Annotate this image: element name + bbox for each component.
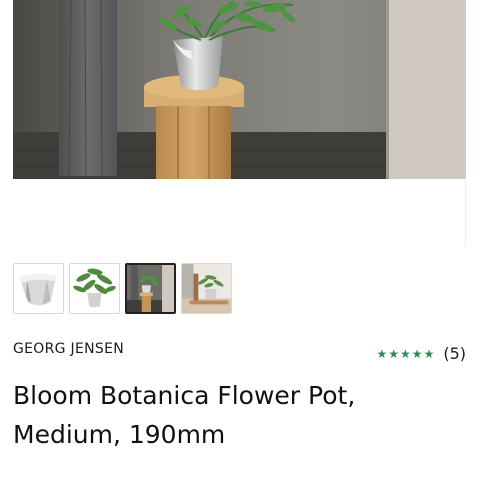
main-product-image[interactable]: [13, 0, 466, 179]
thumbnail-pot-with-plant[interactable]: [69, 263, 120, 314]
star-rating-icon: ★★★★★: [376, 346, 436, 361]
product-title: Bloom Botanica Flower Pot, Medium, 190mm: [13, 381, 356, 449]
thumbnail-pot-on-stool[interactable]: [125, 263, 176, 314]
rating-summary[interactable]: ★★★★★ (5): [377, 344, 466, 363]
divider: [465, 180, 466, 246]
product-page: GEORG JENSEN ★★★★★ (5) Bloom Botanica Fl…: [0, 0, 480, 480]
thumbnail-gallery: [13, 263, 232, 314]
thumbnail-pot-only[interactable]: [13, 263, 64, 314]
brand-name[interactable]: GEORG JENSEN: [13, 341, 124, 357]
thumbnail-pot-on-shelf[interactable]: [181, 263, 232, 314]
review-count[interactable]: (5): [443, 344, 466, 363]
